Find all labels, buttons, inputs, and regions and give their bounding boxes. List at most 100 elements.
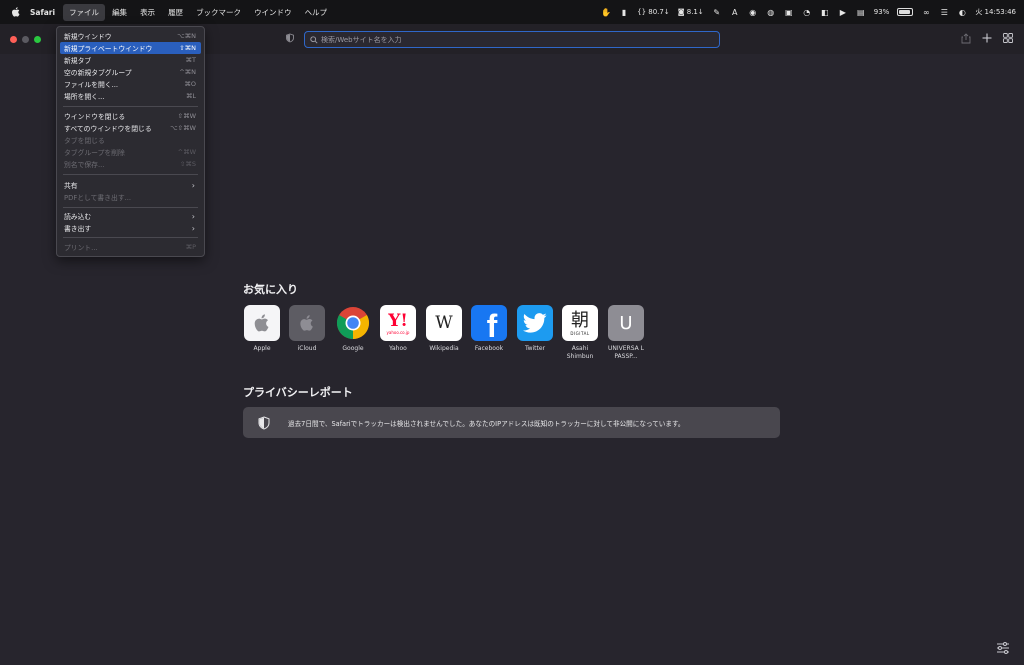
close-window-button[interactable]: [10, 36, 17, 43]
menu-item-label: 空の新規タブグループ: [64, 69, 132, 77]
yahoo-logo-sub: yahoo.co.jp: [386, 329, 410, 335]
menu-item-print[interactable]: プリント... ⌘P: [60, 241, 201, 253]
menu-history[interactable]: 履歴: [162, 4, 189, 21]
circle-i-icon[interactable]: ◉: [748, 7, 758, 17]
wikipedia-logo-text: W: [435, 313, 453, 333]
favorite-label: Yahoo: [389, 345, 407, 352]
menu-item-close-window[interactable]: ウインドウを閉じる ⇧⌘W: [60, 110, 201, 122]
clipboard-icon[interactable]: ▮: [619, 7, 629, 17]
menu-item-shortcut: ⇧⌘W: [177, 112, 196, 120]
menu-item-shortcut: ^⌘W: [177, 148, 196, 156]
new-tab-button[interactable]: [981, 32, 993, 44]
menu-edit[interactable]: 編集: [106, 4, 133, 21]
menu-item-share[interactable]: 共有 ›: [60, 179, 201, 191]
zoom-window-button[interactable]: [34, 36, 41, 43]
menu-help[interactable]: ヘルプ: [299, 4, 334, 21]
menu-item-import[interactable]: 読み込む ›: [60, 210, 201, 222]
twitter-bird-icon: [523, 313, 547, 333]
plus-icon: [982, 33, 992, 43]
menu-item-label: 別名で保存...: [64, 161, 105, 169]
menu-item-delete-tab-group[interactable]: タブグループを削除 ^⌘W: [60, 146, 201, 158]
favorite-twitter[interactable]: Twitter: [516, 305, 554, 353]
favorite-asahi[interactable]: 朝 DIGITAL Asahi Shimbun: [561, 305, 599, 361]
apple-logo-icon[interactable]: [10, 6, 22, 18]
menu-separator: [63, 174, 198, 175]
menu-bar: Safari ファイル 編集 表示 履歴 ブックマーク ウインドウ ヘルプ ✋ …: [0, 0, 1024, 24]
link-icon[interactable]: ∞: [921, 7, 931, 17]
tools-icon[interactable]: ✎: [712, 7, 722, 17]
clock[interactable]: 火 14:53:46: [975, 7, 1016, 17]
status-area: ✋ ▮ {} 80.7↓ ◙ 8.1↓ ✎ A ◉ ◍ ▣ ◔ ◧ ▶ ▤ 93…: [601, 0, 1016, 24]
hand-icon[interactable]: ✋: [601, 7, 611, 17]
menu-item-label: 場所を開く...: [64, 93, 105, 101]
net-speed-1-value: 80.7: [648, 8, 664, 16]
menu-item-new-tab-group[interactable]: 空の新規タブグループ ^⌘N: [60, 66, 201, 78]
asahi-logo-sub: DIGITAL: [570, 330, 590, 336]
favorite-universal-passport[interactable]: U UNIVERSA L PASSP...: [607, 305, 645, 361]
network-speed-2[interactable]: ◙ 8.1↓: [678, 8, 704, 16]
privacy-report-card[interactable]: 過去7日間で、Safariでトラッカーは検出されませんでした。あなたのIPアドレ…: [243, 407, 780, 438]
privacy-report-message: 過去7日間で、Safariでトラッカーは検出されませんでした。あなたのIPアドレ…: [288, 419, 685, 428]
tab-overview-button[interactable]: [1002, 32, 1014, 44]
menu-item-shortcut: ⌘T: [185, 56, 196, 64]
favorite-google[interactable]: Google: [334, 305, 372, 353]
favorite-label: iCloud: [297, 345, 317, 352]
shield-toggle-icon[interactable]: [285, 33, 295, 43]
menu-item-new-tab[interactable]: 新規タブ ⌘T: [60, 54, 201, 66]
font-icon[interactable]: A: [730, 7, 740, 17]
menu-item-new-window[interactable]: 新規ウインドウ ⌥⌘N: [60, 30, 201, 42]
customize-sliders-icon[interactable]: [996, 641, 1010, 655]
menu-item-new-private-window[interactable]: 新規プライベートウインドウ ⇧⌘N: [60, 42, 201, 54]
address-bar[interactable]: 検索/Webサイト名を入力: [304, 31, 720, 48]
menu-item-close-all-windows[interactable]: すべてのウインドウを閉じる ⌥⇧⌘W: [60, 122, 201, 134]
menu-item-open-file[interactable]: ファイルを開く... ⌘O: [60, 78, 201, 90]
control-center-icon[interactable]: ☰: [939, 7, 949, 17]
chevron-right-icon: ›: [191, 211, 195, 221]
menu-item-label: 読み込む: [64, 213, 92, 221]
siri-icon[interactable]: ◐: [957, 7, 967, 17]
favorite-wikipedia[interactable]: W Wikipedia: [425, 305, 463, 353]
app-icon[interactable]: ▣: [784, 7, 794, 17]
battery-percent[interactable]: 93%: [874, 8, 890, 16]
menu-item-shortcut: ⌘O: [184, 80, 196, 88]
file-menu-dropdown: 新規ウインドウ ⌥⌘N 新規プライベートウインドウ ⇧⌘N 新規タブ ⌘T 空の新規タ…: [56, 26, 205, 257]
dock-icon[interactable]: ◧: [820, 7, 830, 17]
favorite-yahoo[interactable]: Y! yahoo.co.jp Yahoo: [379, 305, 417, 353]
menu-item-label: ウインドウを閉じる: [64, 113, 126, 121]
favorite-icloud[interactable]: iCloud: [288, 305, 326, 353]
menu-item-label: 新規プライベートウインドウ: [64, 45, 153, 53]
menu-file[interactable]: ファイル: [63, 3, 106, 21]
favorite-apple[interactable]: Apple: [243, 305, 281, 353]
menu-item-export-pdf[interactable]: PDFとして書き出す...: [60, 191, 201, 203]
menu-item-close-tab[interactable]: タブを閉じる: [60, 134, 201, 146]
menu-window[interactable]: ウインドウ: [248, 4, 298, 21]
network-speed-1[interactable]: {} 80.7↓: [637, 8, 670, 16]
menu-item-shortcut: ⌥⌘N: [177, 32, 196, 40]
eye-icon[interactable]: ◍: [766, 7, 776, 17]
search-icon: [310, 35, 318, 44]
chrome-logo-icon: [336, 307, 370, 340]
icloud-tile: [289, 305, 325, 341]
menu-item-shortcut: ^⌘N: [179, 68, 196, 76]
facebook-tile: f: [471, 305, 507, 341]
address-placeholder: 検索/Webサイト名を入力: [321, 35, 402, 44]
menu-item-export[interactable]: 書き出す ›: [60, 222, 201, 234]
play-icon[interactable]: ▶: [838, 7, 848, 17]
menu-item-open-location[interactable]: 場所を開く... ⌘L: [60, 90, 201, 102]
menu-item-shortcut: ⌘P: [185, 243, 196, 251]
timer-icon[interactable]: ◔: [802, 7, 812, 17]
minimize-window-button[interactable]: [22, 36, 29, 43]
menu-view[interactable]: 表示: [134, 4, 161, 21]
share-button[interactable]: [960, 32, 972, 44]
menu-separator: [63, 207, 198, 208]
screen-icon[interactable]: ▤: [856, 7, 866, 17]
menu-bookmarks[interactable]: ブックマーク: [190, 4, 247, 21]
favorite-label: Facebook: [474, 345, 504, 352]
favorite-facebook[interactable]: f Facebook: [470, 305, 508, 353]
wikipedia-tile: W: [426, 305, 462, 341]
net-speed-2-value: 8.1: [686, 8, 698, 16]
menu-item-save-as[interactable]: 別名で保存... ⇧⌘S: [60, 158, 201, 170]
chevron-right-icon: ›: [191, 180, 195, 190]
menu-item-label: ファイルを開く...: [64, 81, 119, 89]
menu-app-name[interactable]: Safari: [30, 8, 55, 17]
